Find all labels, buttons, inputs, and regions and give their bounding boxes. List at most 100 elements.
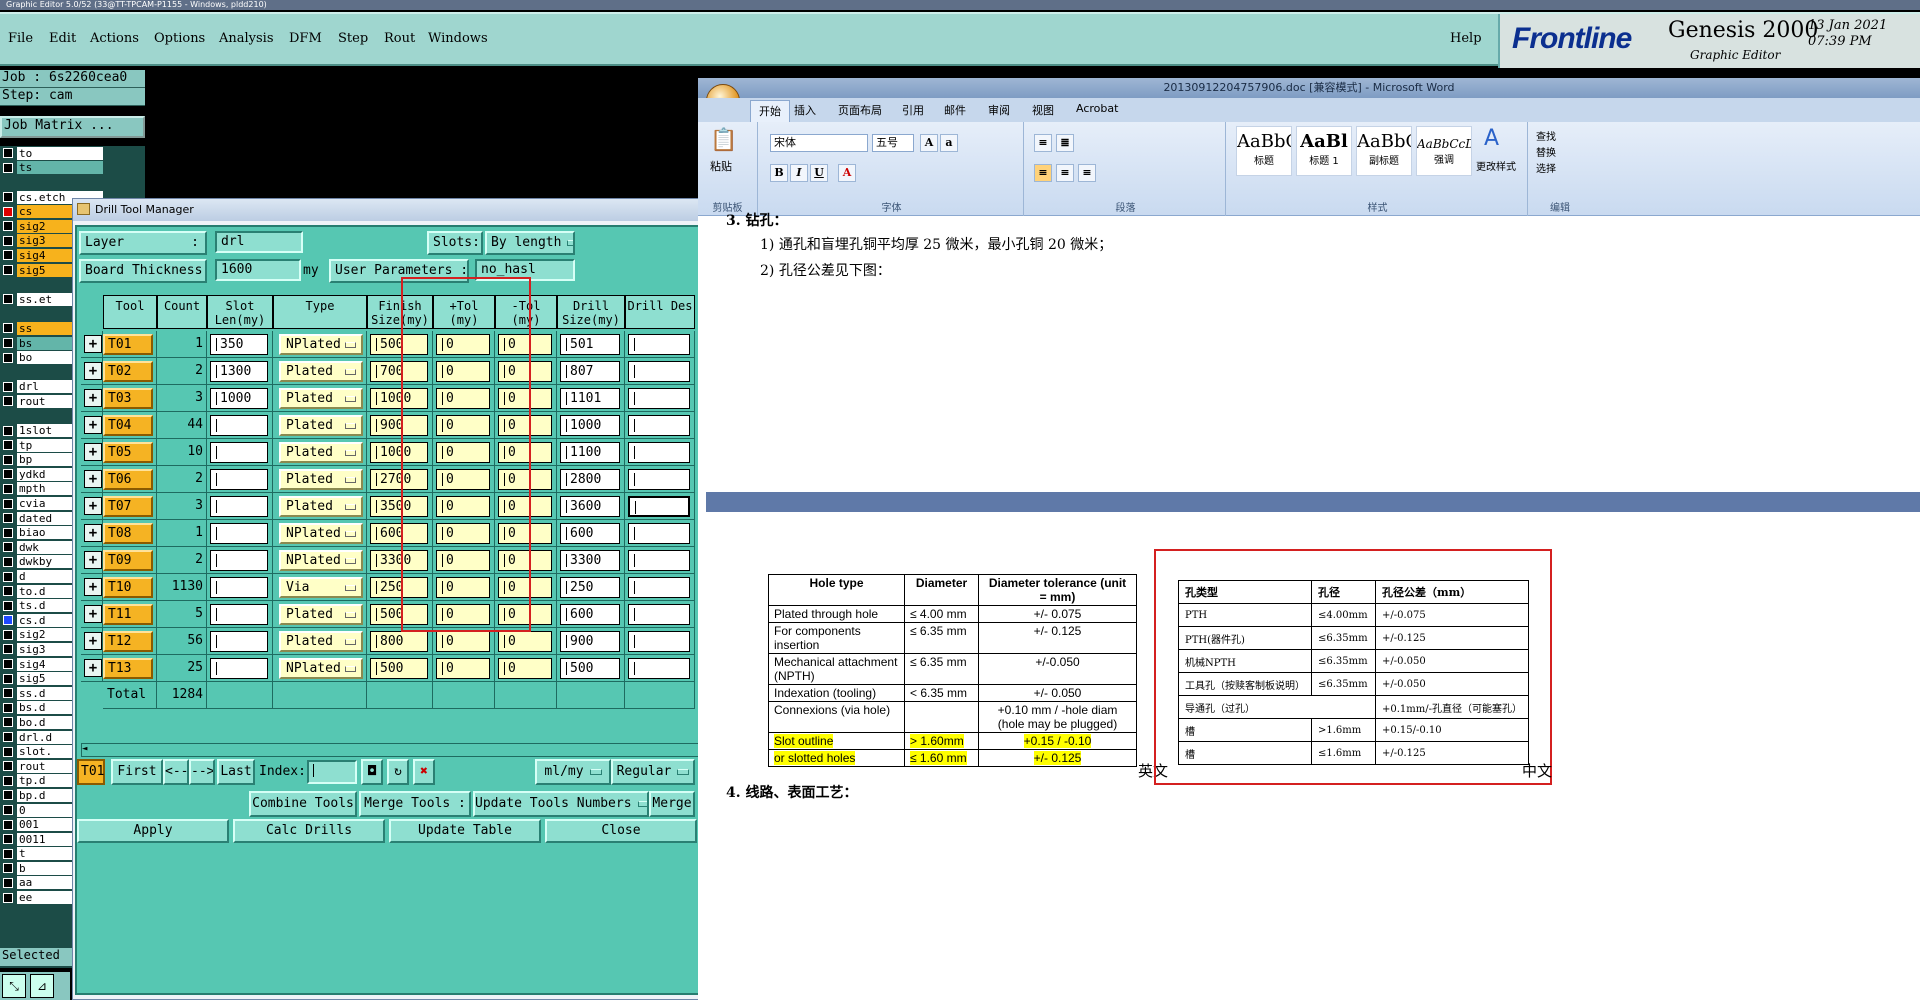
layer-checkbox[interactable]	[3, 396, 13, 407]
finish-size-input[interactable]: 800	[370, 631, 428, 652]
slot-length-input[interactable]	[210, 550, 268, 571]
tool-name[interactable]: T11	[103, 604, 153, 625]
expand-icon[interactable]: +	[84, 632, 102, 650]
expand-icon[interactable]: +	[84, 524, 102, 542]
zoom-icon[interactable]: ⤡	[2, 974, 26, 998]
layer-checkbox[interactable]	[3, 440, 13, 451]
update-table-button[interactable]: Update Table	[389, 819, 541, 843]
layer-checkbox[interactable]	[3, 556, 13, 567]
tool-name[interactable]: T01	[103, 334, 153, 355]
layer-name[interactable]: ts	[17, 161, 103, 175]
tab-layout[interactable]: 页面布局	[838, 102, 882, 118]
finish-size-input[interactable]: 500	[370, 658, 428, 679]
apply-button[interactable]: Apply	[77, 819, 229, 843]
board-thickness-field[interactable]: 1600	[215, 259, 301, 281]
finish-size-input[interactable]: 1000	[370, 388, 428, 409]
layer-checkbox[interactable]	[3, 425, 13, 436]
minus-tol-input[interactable]: 0	[498, 361, 552, 382]
drill-size-input[interactable]: 1101	[560, 388, 620, 409]
minus-tol-input[interactable]: 0	[498, 442, 552, 463]
calc-drills-button[interactable]: Calc Drills	[233, 819, 385, 843]
layer-checkbox[interactable]	[3, 673, 13, 684]
delete-icon[interactable]: ✖	[413, 759, 435, 785]
menu-help[interactable]: Help	[1450, 31, 1482, 46]
user-params-field[interactable]: no_hasl	[475, 259, 575, 281]
plus-tol-input[interactable]: 0	[436, 523, 490, 544]
layer-checkbox[interactable]	[3, 265, 13, 276]
slot-length-input[interactable]: 1000	[210, 388, 268, 409]
type-dropdown[interactable]: NPlated	[279, 523, 363, 544]
tool-name[interactable]: T03	[103, 388, 153, 409]
plus-tol-input[interactable]: 0	[436, 361, 490, 382]
drill-des-input[interactable]	[628, 658, 690, 679]
document-area[interactable]: 3. 钻孔： 1) 通孔和盲埋孔铜平均厚 25 微米，最小孔铜 20 微米； 2…	[706, 213, 1920, 1000]
menu-windows[interactable]: Windows	[428, 31, 488, 46]
tool-name[interactable]: T10	[103, 577, 153, 598]
type-dropdown[interactable]: NPlated	[279, 550, 363, 571]
drill-des-input[interactable]	[628, 604, 690, 625]
menu-actions[interactable]: Actions	[90, 31, 139, 46]
minus-tol-input[interactable]: 0	[498, 469, 552, 490]
tool-name[interactable]: T09	[103, 550, 153, 571]
bullets-icon[interactable]: ≡	[1034, 134, 1052, 152]
finish-size-input[interactable]: 250	[370, 577, 428, 598]
expand-icon[interactable]: +	[84, 335, 102, 353]
layer-checkbox[interactable]	[3, 702, 13, 713]
menu-edit[interactable]: Edit	[49, 31, 76, 46]
slot-length-input[interactable]	[210, 577, 268, 598]
scroll-left-icon[interactable]: ◄	[82, 744, 87, 754]
tool-name[interactable]: T04	[103, 415, 153, 436]
layer-checkbox[interactable]	[3, 571, 13, 582]
drill-des-input[interactable]	[628, 523, 690, 544]
type-dropdown[interactable]: Plated	[279, 469, 363, 490]
column-header[interactable]: Drill Des	[625, 295, 695, 329]
type-dropdown[interactable]: Plated	[279, 361, 363, 382]
finish-size-input[interactable]: 3500	[370, 496, 428, 517]
layer-checkbox[interactable]	[3, 863, 13, 874]
layer-checkbox[interactable]	[3, 221, 13, 232]
bold-icon[interactable]: B	[770, 164, 788, 182]
tool-name[interactable]: T12	[103, 631, 153, 652]
drill-des-input[interactable]	[628, 631, 690, 652]
plus-tol-input[interactable]: 0	[436, 550, 490, 571]
change-styles-icon[interactable]: A	[1484, 126, 1499, 151]
drill-des-input[interactable]	[628, 442, 690, 463]
plus-tol-input[interactable]: 0	[436, 577, 490, 598]
finish-size-input[interactable]: 900	[370, 415, 428, 436]
layer-checkbox[interactable]	[3, 819, 13, 830]
layer-row[interactable]: to	[0, 146, 145, 161]
last-button[interactable]: Last	[217, 759, 255, 785]
tab-mailings[interactable]: 邮件	[944, 102, 966, 118]
layer-checkbox[interactable]	[3, 775, 13, 786]
expand-icon[interactable]: +	[84, 389, 102, 407]
drill-des-input[interactable]	[628, 496, 690, 517]
italic-icon[interactable]: I	[790, 164, 808, 182]
tab-insert[interactable]: 插入	[794, 102, 816, 118]
slot-length-input[interactable]	[210, 658, 268, 679]
tab-acrobat[interactable]: Acrobat	[1076, 102, 1118, 115]
column-header[interactable]: Slot Len(my)	[207, 295, 273, 329]
tool-name[interactable]: T13	[103, 658, 153, 679]
paste-label[interactable]: 粘贴	[710, 158, 732, 174]
select-button[interactable]: 选择	[1536, 160, 1556, 175]
slot-length-input[interactable]	[210, 523, 268, 544]
align-center-icon[interactable]: ≡	[1056, 164, 1074, 182]
drill-des-input[interactable]	[628, 415, 690, 436]
style-subtitle[interactable]: AaBbC 副标题	[1356, 126, 1412, 176]
type-dropdown[interactable]: Plated	[279, 604, 363, 625]
layer-checkbox[interactable]	[3, 848, 13, 859]
plus-tol-input[interactable]: 0	[436, 604, 490, 625]
column-header[interactable]: Count	[157, 295, 207, 329]
tool-name[interactable]: T08	[103, 523, 153, 544]
tool-name[interactable]: T02	[103, 361, 153, 382]
slots-dropdown[interactable]: By length	[485, 231, 575, 255]
minus-tol-input[interactable]: 0	[498, 523, 552, 544]
tab-references[interactable]: 引用	[902, 102, 924, 118]
drill-size-input[interactable]: 900	[560, 631, 620, 652]
layer-checkbox[interactable]	[3, 148, 13, 159]
plus-tol-input[interactable]: 0	[436, 334, 490, 355]
finish-size-input[interactable]: 500	[370, 334, 428, 355]
align-left-icon[interactable]: ≡	[1034, 164, 1052, 182]
drill-des-input[interactable]	[628, 577, 690, 598]
drill-size-input[interactable]: 807	[560, 361, 620, 382]
